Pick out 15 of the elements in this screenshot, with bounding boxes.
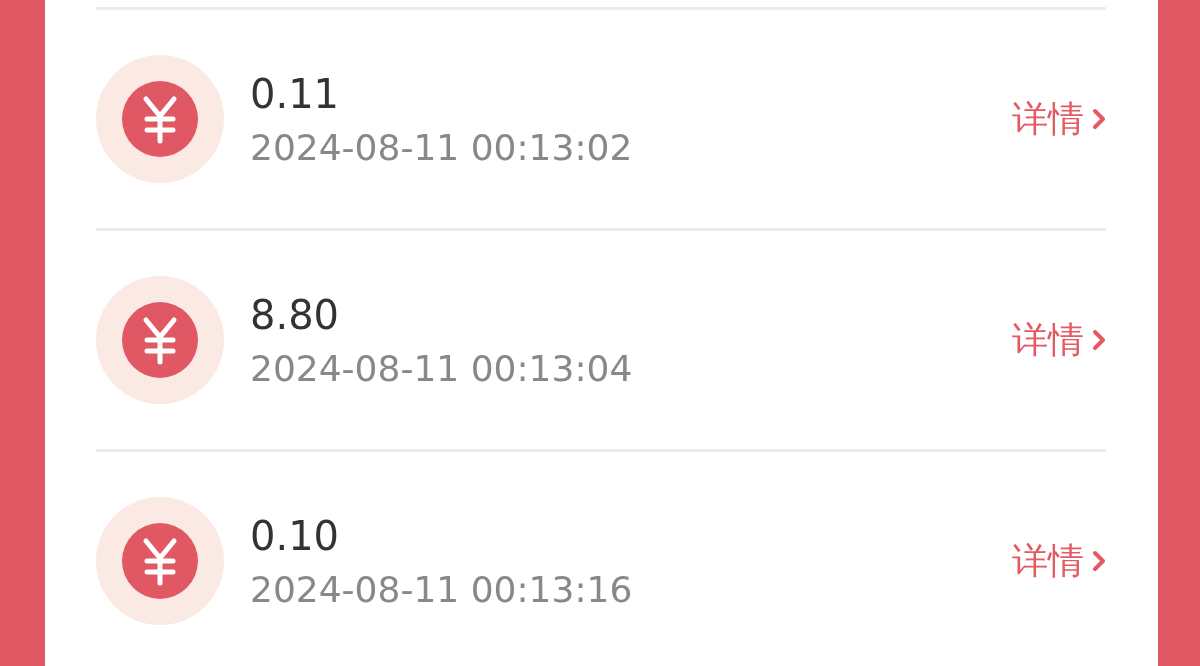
- details-link[interactable]: 详情: [1012, 315, 1106, 365]
- yen-coin-icon: [96, 55, 224, 183]
- details-link[interactable]: 详情: [1012, 94, 1106, 144]
- amount-text: 0.10: [250, 512, 341, 559]
- timestamp-text: 2024-08-11 00:13:16: [250, 568, 634, 610]
- amount-text: 8.80: [250, 291, 341, 338]
- chevron-right-icon: [1092, 108, 1106, 130]
- amount-text: 0.11: [250, 70, 341, 117]
- timestamp-text: 2024-08-11 00:13:04: [250, 347, 634, 389]
- chevron-right-icon: [1092, 329, 1106, 351]
- chevron-right-icon: [1092, 550, 1106, 572]
- yen-coin-icon: [96, 276, 224, 404]
- details-link[interactable]: 详情: [1012, 536, 1106, 586]
- yen-coin-icon: [96, 497, 224, 625]
- timestamp-text: 2024-08-11 00:13:02: [250, 126, 634, 168]
